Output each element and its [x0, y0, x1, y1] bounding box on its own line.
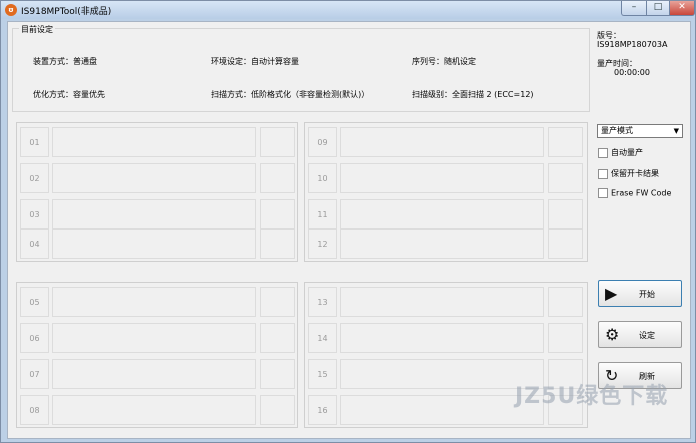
checkbox-box[interactable] [598, 188, 608, 198]
slot-status [340, 395, 544, 425]
slot-status [52, 359, 256, 389]
slot-capacity [548, 127, 583, 157]
slot-row: 01 [17, 125, 297, 158]
watermark: JZ5U绿色下载 [515, 384, 669, 409]
slot-status [52, 163, 256, 193]
slot-capacity [260, 287, 295, 317]
slot-status [340, 359, 544, 389]
checkbox-label: 保留开卡结果 [611, 169, 659, 178]
slot-number[interactable]: 01 [20, 127, 49, 157]
mode-select[interactable]: 量产模式 ▼ [597, 124, 683, 138]
slot-panel-bottom-left: 05 06 07 08 [16, 282, 298, 428]
slot-row: 14 [305, 321, 587, 354]
slot-row: 09 [305, 125, 587, 158]
slot-row: 05 [17, 285, 297, 318]
slot-capacity [548, 323, 583, 353]
slot-panel-top-left: 01 02 03 04 [16, 122, 298, 262]
slot-status [52, 229, 256, 259]
serial-info: 序列号：随机设定 [412, 57, 476, 66]
slot-row: 10 [305, 161, 587, 194]
slot-row: 13 [305, 285, 587, 318]
maximize-button[interactable]: □ [646, 1, 670, 16]
slot-capacity [260, 359, 295, 389]
slot-status [340, 127, 544, 157]
slot-row: 07 [17, 357, 297, 390]
slot-number[interactable]: 07 [20, 359, 49, 389]
slot-row: 03 [17, 197, 297, 230]
app-icon: ʊ [5, 4, 17, 16]
slot-row: 02 [17, 161, 297, 194]
slot-number[interactable]: 05 [20, 287, 49, 317]
slot-number[interactable]: 12 [308, 229, 337, 259]
slot-number[interactable]: 11 [308, 199, 337, 229]
slot-number[interactable]: 02 [20, 163, 49, 193]
slot-status [340, 287, 544, 317]
erase-fw-checkbox[interactable]: Erase FW Code [598, 188, 671, 198]
start-button[interactable]: ▶ 开始 [598, 280, 682, 307]
slot-number[interactable]: 04 [20, 229, 49, 259]
slot-row: 11 [305, 197, 587, 230]
slot-number[interactable]: 09 [308, 127, 337, 157]
slot-number[interactable]: 06 [20, 323, 49, 353]
slot-row: 12 [305, 227, 587, 260]
device-mode-info: 装置方式：普通盘 [33, 57, 97, 66]
slot-status [340, 323, 544, 353]
slot-capacity [548, 229, 583, 259]
checkbox-label: Erase FW Code [611, 188, 672, 198]
time-value: 00:00:00 [614, 68, 650, 77]
slot-row: 06 [17, 321, 297, 354]
slot-status [52, 199, 256, 229]
checkbox-box[interactable] [598, 168, 608, 179]
slot-status [340, 199, 544, 229]
slot-capacity [548, 163, 583, 193]
slot-number[interactable]: 15 [308, 359, 337, 389]
checkbox-box[interactable] [598, 147, 608, 158]
group-title: 目前设定 [19, 24, 55, 35]
settings-button[interactable]: ⚙ 设定 [598, 321, 682, 348]
slot-status [52, 323, 256, 353]
slot-capacity [548, 287, 583, 317]
slot-status [340, 229, 544, 259]
slot-capacity [260, 323, 295, 353]
keep-result-checkbox[interactable]: 保留开卡结果 [598, 168, 659, 179]
current-settings-group: 目前设定 装置方式：普通盘 环境设定：自动计算容量 序列号：随机设定 优化方式：… [12, 24, 590, 112]
title-bar[interactable]: ʊ IS918MPTool(非成品) – □ ✕ [1, 1, 695, 19]
slot-status [52, 395, 256, 425]
scan-method-info: 扫描方式：低阶格式化（非容量检测(默认)） [211, 90, 370, 99]
slot-capacity [260, 395, 295, 425]
checkbox-label: 自动量产 [611, 148, 643, 157]
slot-panel-top-right: 09 10 11 12 [304, 122, 588, 262]
slot-number[interactable]: 08 [20, 395, 49, 425]
window-title: IS918MPTool(非成品) [21, 7, 112, 17]
slot-number[interactable]: 03 [20, 199, 49, 229]
slot-number[interactable]: 16 [308, 395, 337, 425]
slot-status [52, 287, 256, 317]
start-label: 开始 [639, 290, 655, 299]
minimize-button[interactable]: – [621, 1, 647, 16]
slot-capacity [260, 199, 295, 229]
environment-info: 环境设定：自动计算容量 [211, 57, 299, 66]
slot-number[interactable]: 10 [308, 163, 337, 193]
slot-status [52, 127, 256, 157]
slot-number[interactable]: 14 [308, 323, 337, 353]
version-value: IS918MP180703A [597, 40, 668, 49]
optimize-info: 优化方式：容量优先 [33, 90, 105, 99]
slot-number[interactable]: 13 [308, 287, 337, 317]
slot-capacity [260, 163, 295, 193]
auto-produce-checkbox[interactable]: 自动量产 [598, 147, 643, 158]
client-area: 目前设定 装置方式：普通盘 环境设定：自动计算容量 序列号：随机设定 优化方式：… [7, 21, 691, 439]
settings-label: 设定 [639, 331, 655, 340]
slot-capacity [548, 199, 583, 229]
slot-capacity [260, 229, 295, 259]
slot-row: 08 [17, 393, 297, 426]
scan-level-info: 扫描级别：全面扫描 2 (ECC=12) [412, 90, 534, 99]
slot-capacity [260, 127, 295, 157]
slot-row: 04 [17, 227, 297, 260]
dropdown-arrow-icon: ▼ [673, 127, 679, 135]
slot-status [340, 163, 544, 193]
mode-select-value: 量产模式 [601, 126, 633, 135]
close-button[interactable]: ✕ [669, 1, 695, 16]
main-window: ʊ IS918MPTool(非成品) – □ ✕ 目前设定 装置方式：普通盘 环… [0, 0, 696, 443]
